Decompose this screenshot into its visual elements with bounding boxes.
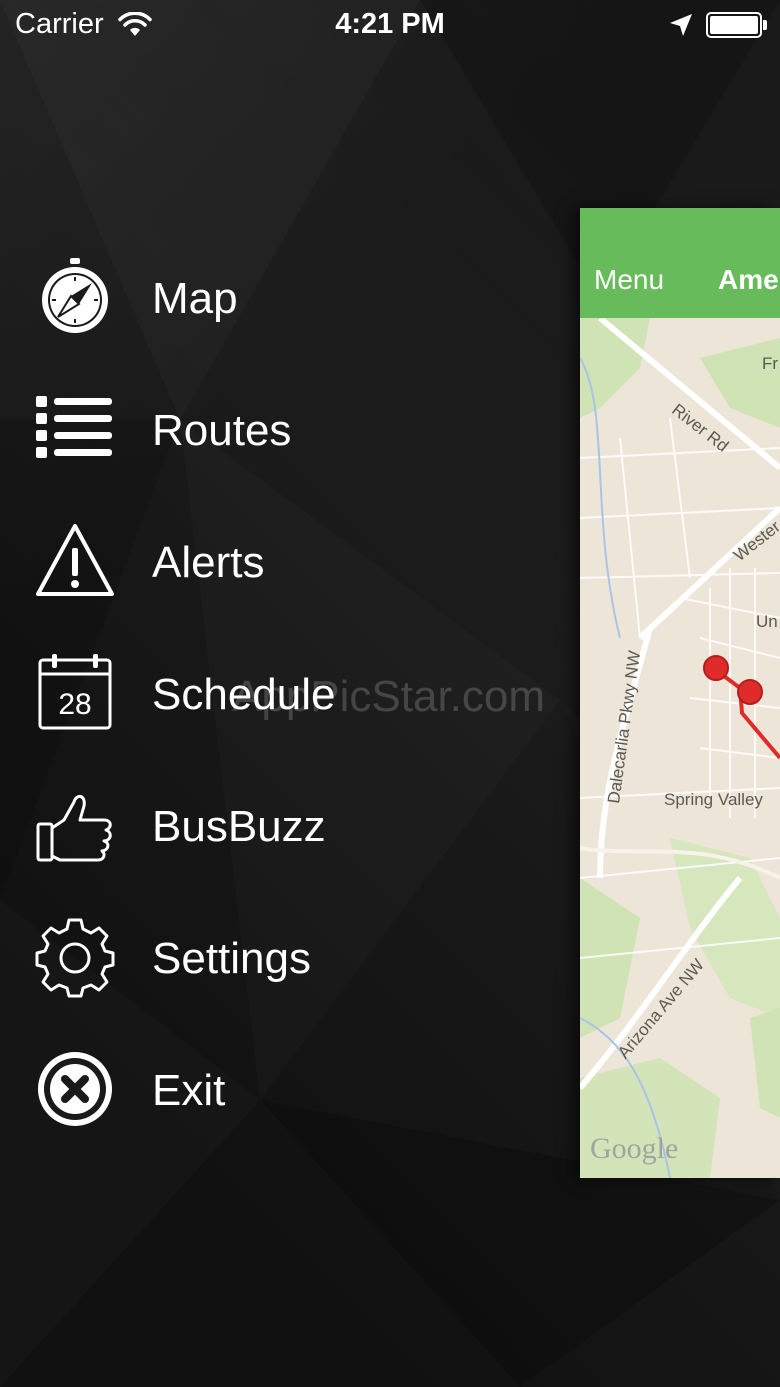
map-label-spring-valley: Spring Valley: [664, 790, 763, 809]
location-arrow-icon: [670, 14, 692, 36]
nav-bar: Menu Ame: [580, 208, 780, 318]
menu-nav-button[interactable]: Menu: [594, 264, 664, 296]
menu-item-label: BusBuzz: [152, 802, 326, 851]
status-bar: Carrier 4:21 PM: [0, 0, 780, 50]
menu-item-label: Alerts: [152, 538, 265, 587]
map-label-fr: Fr: [762, 354, 779, 373]
menu-item-settings[interactable]: Settings: [0, 894, 560, 1014]
menu-item-map[interactable]: Map: [0, 234, 560, 354]
map-screen-panel[interactable]: Menu Ame River Rd Fr Wester Un Dalecarli…: [580, 208, 780, 1178]
nav-title: Ame: [718, 264, 779, 295]
battery-icon: [706, 12, 767, 38]
calendar-icon: 28: [38, 654, 112, 730]
map-label-un: Un: [756, 612, 778, 631]
menu-item-busbuzz[interactable]: BusBuzz: [0, 762, 560, 882]
compass-icon: [42, 258, 108, 333]
menu-item-routes[interactable]: Routes: [0, 366, 560, 486]
gear-icon: [35, 918, 115, 998]
watermark-text: AppPicStar.com: [232, 672, 546, 721]
menu-item-alerts[interactable]: Alerts: [0, 498, 560, 618]
map-view[interactable]: River Rd Fr Wester Un Dalecarlia Pkwy NW…: [580, 318, 780, 1178]
thumbs-up-icon: [36, 795, 112, 862]
menu-item-label: Exit: [152, 1066, 226, 1115]
menu-item-label: Settings: [152, 934, 311, 983]
google-logo: Google: [590, 1132, 679, 1165]
close-circle-icon: [38, 1052, 112, 1126]
warning-icon: [36, 524, 114, 596]
menu-item-label: Map: [152, 274, 238, 323]
clock-time: 4:21 PM: [335, 8, 445, 40]
menu-item-label: Routes: [152, 406, 292, 455]
menu-item-exit[interactable]: Exit: [0, 1026, 560, 1146]
list-icon: [36, 396, 112, 458]
calendar-day: 28: [58, 688, 91, 721]
